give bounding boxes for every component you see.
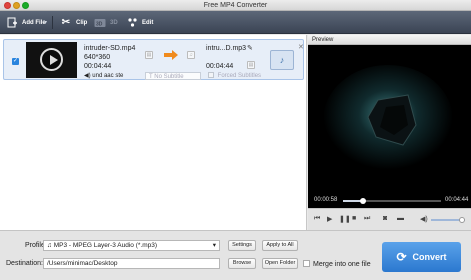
folder-icon[interactable]: ▬ [397,215,404,222]
edit-button[interactable]: Edit [126,11,153,34]
camera-snapshot-icon[interactable]: ◙ [383,215,387,222]
apply-to-all-button[interactable]: Apply to All [262,240,298,251]
player-controls: ⏮ ▶ ❚❚ ■ ⏭ ◙ ▬ ◀) [308,208,471,230]
video-frame [308,45,471,208]
destination-input[interactable]: /Users/minimac/Desktop [43,258,220,269]
scissors-icon: ✂ [61,17,71,28]
next-frame-icon[interactable]: ⏭ [364,215,370,223]
file-item-checkbox[interactable]: ✓ [12,58,19,65]
source-file-name: intruder-SD.mp4 [84,45,136,52]
playback-knob[interactable] [359,198,366,204]
forced-subtitles-label: Forced Subtitles [217,73,262,79]
video-thumbnail[interactable] [26,42,77,78]
3d-button[interactable]: 3D 3D [94,11,118,34]
minimize-window-button[interactable] [13,2,20,9]
3d-label: 3D [110,19,118,26]
convert-label: Convert [412,252,447,262]
audio-file-icon: ♫ [187,51,195,59]
current-time: 00:00:58 [314,197,338,203]
chevron-down-icon: ▾ [212,242,216,249]
music-note-icon: ♫ [47,242,54,249]
play-button-icon[interactable]: ▶ [327,215,332,223]
merge-checkbox-box [303,260,310,267]
add-file-button[interactable]: Add File [6,11,46,34]
playback-progress[interactable] [343,198,441,204]
svg-text:3D: 3D [96,21,103,27]
close-window-button[interactable] [4,2,11,9]
bottom-panel: Profile: ♫ MP3 - MPEG Layer-3 Audio (*.m… [0,230,471,280]
previous-frame-icon[interactable]: ⏮ [314,215,320,223]
merge-label: Merge into one file [313,261,371,268]
browse-button[interactable]: Browse [228,258,256,269]
toolbar-divider [52,16,53,29]
source-duration: 00:04:44 [84,63,112,70]
total-time: 00:04:44 [445,197,469,203]
output-duration: 00:04:44 [206,63,234,70]
open-folder-button[interactable]: Open Folder [262,258,298,269]
toolbar: Add File ▾ ✂ Clip 3D 3D Edit [0,11,471,34]
volume-knob[interactable] [458,217,465,223]
chevron-down-icon[interactable]: ▾ [44,19,47,26]
convert-arrow-icon [164,50,178,60]
merge-checkbox[interactable]: Merge into one file [303,260,371,268]
subtitle-select[interactable]: T No Subtitle [145,72,201,80]
profile-select[interactable]: ♫ MP3 - MPEG Layer-3 Audio (*.mp3) ▾ [43,240,220,251]
profile-value: MP3 - MPEG Layer-3 Audio (*.mp3) [53,242,158,249]
pencil-icon[interactable]: ✎ [247,44,253,52]
edit-effects-icon [126,17,138,29]
audio-track-select[interactable]: ◀) und aac ste [84,72,140,80]
3d-icon: 3D [94,17,106,29]
output-format-icon[interactable]: ♪ [270,50,294,70]
window-title: Free MP4 Converter [203,2,268,9]
file-item[interactable]: ✓ intruder-SD.mp4 640*360 00:04:44 ▤ ♫ i… [3,39,304,80]
pause-icon[interactable]: ❚❚ [339,215,351,223]
preview-header: Preview [308,35,471,45]
subtitle-icon: T [149,74,153,80]
file-list: ✓ intruder-SD.mp4 640*360 00:04:44 ▤ ♫ i… [0,35,307,230]
output-info-icon: ▤ [247,61,255,69]
source-resolution: 640*360 [84,54,111,61]
settings-button[interactable]: Settings [228,240,256,251]
clip-label: Clip [76,19,88,26]
play-icon [40,48,63,71]
speaker-icon: ◀) [84,73,91,79]
maximize-window-button[interactable] [22,2,29,9]
source-info-icon: ▤ [145,51,153,59]
volume-slider[interactable] [431,217,465,223]
subtitle-value: No Subtitle [154,74,184,80]
add-file-label: Add File [22,19,46,26]
audio-track-value: und aac ste [92,73,124,79]
video-preview: 00:00:58 00:04:44 [308,45,471,208]
clip-button[interactable]: ✂ Clip [60,11,88,34]
edit-label: Edit [142,19,154,26]
add-file-icon [6,17,18,29]
output-file-name: intru...D.mp3 [206,45,247,52]
remove-item-icon[interactable]: ✕ [298,43,304,51]
volume-icon[interactable]: ◀) [420,215,428,223]
forced-subtitles-box [208,72,214,78]
stop-icon[interactable]: ■ [352,215,356,222]
title-bar: Free MP4 Converter [0,0,471,11]
convert-refresh-icon: ⟳ [396,250,407,264]
forced-subtitles-checkbox[interactable]: Forced Subtitles [208,72,278,80]
convert-button[interactable]: ⟳ Convert [382,242,461,272]
destination-label: Destination: [6,260,43,267]
